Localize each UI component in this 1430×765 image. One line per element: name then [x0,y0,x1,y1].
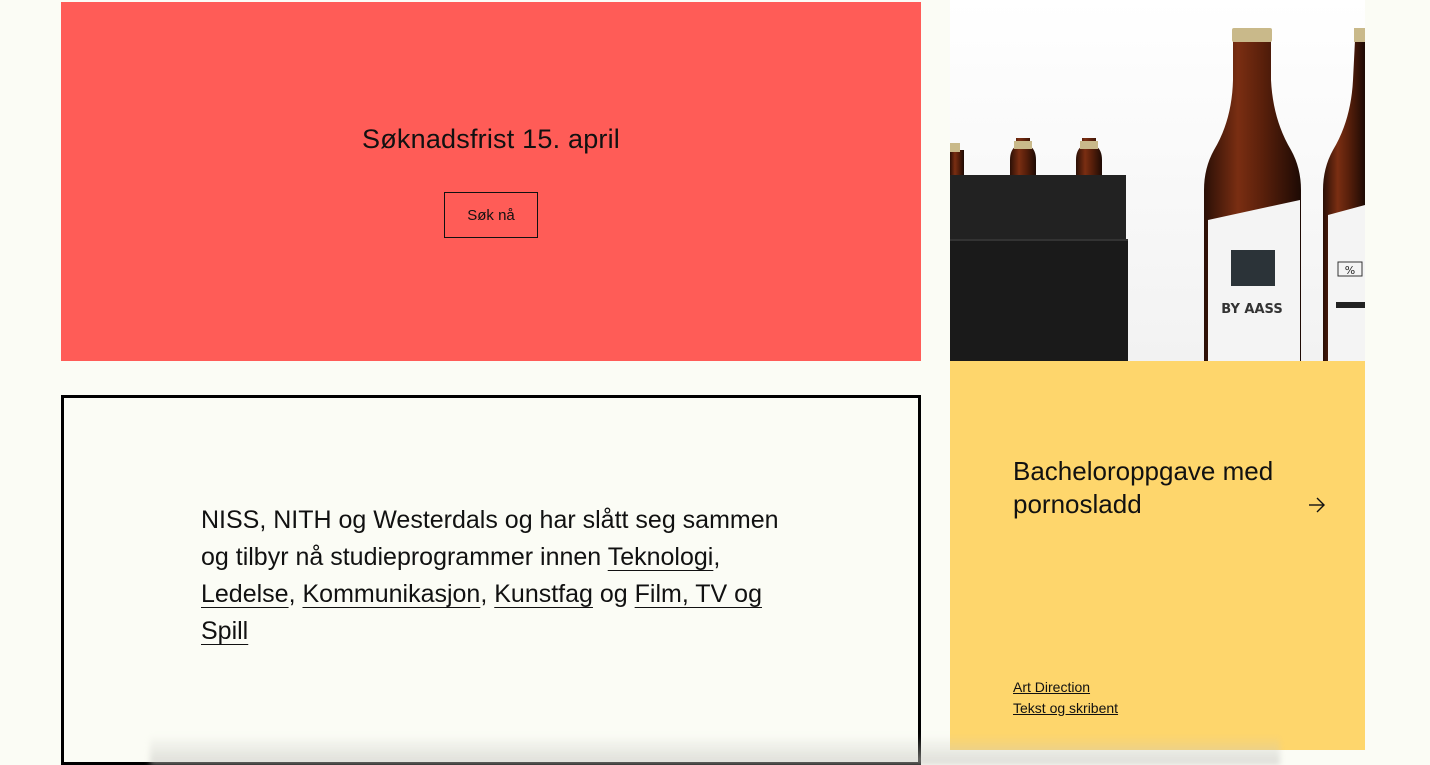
separator: , [713,543,721,571]
link-technology[interactable]: Teknologi [608,543,714,571]
link-communication[interactable]: Kommunikasjon [302,580,480,608]
separator: , [480,580,495,608]
application-deadline-banner: Søknadsfrist 15. april Søk nå [61,2,921,361]
conjunction: og [592,580,635,608]
arrow-right-icon[interactable] [1307,495,1327,515]
link-art[interactable]: Kunstfag [494,580,593,608]
article-card[interactable]: Bacheloroppgave med pornosladd Art Direc… [950,361,1365,750]
merger-info-box: NISS, NITH og Westerdals og har slått se… [61,395,921,765]
separator: , [288,580,303,608]
apply-now-button[interactable]: Søk nå [444,192,538,238]
merger-info-text: NISS, NITH og Westerdals og har slått se… [201,502,801,650]
bottle-label-text: BY AASS [1221,302,1282,317]
article-title[interactable]: Bacheloroppgave med pornosladd [1013,455,1298,521]
beer-bottles-photo[interactable]: BY AASS % [950,0,1365,361]
deadline-heading: Søknadsfrist 15. april [362,124,620,154]
link-management[interactable]: Ledelse [201,580,289,608]
bottom-shadow [150,735,1280,765]
beer-bottles-image: BY AASS % [950,0,1365,361]
tag-text-writer[interactable]: Tekst og skribent [1013,698,1118,719]
article-tags: Art Direction Tekst og skribent [1013,677,1118,719]
percent-text: % [1345,264,1355,277]
tag-art-direction[interactable]: Art Direction [1013,677,1118,698]
